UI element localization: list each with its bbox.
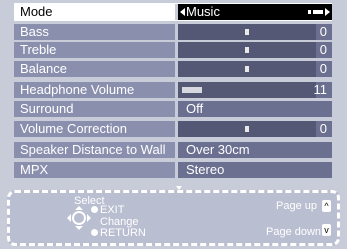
- mpx-value: Stereo: [186, 162, 225, 177]
- center-marker-icon: [245, 66, 249, 72]
- speaker-distance-label: Speaker Distance to Wall: [14, 142, 175, 158]
- headphone-volume-label: Headphone Volume: [14, 82, 175, 98]
- slider-track: [178, 61, 316, 77]
- left-arrow-icon[interactable]: [180, 8, 185, 16]
- option-position-bar-icon: [313, 10, 323, 14]
- right-arrow-icon[interactable]: [325, 8, 330, 16]
- row-mode[interactable]: Mode Music: [14, 3, 332, 21]
- slider-track: [178, 121, 316, 137]
- surround-label: Surround: [14, 101, 175, 117]
- slider-track: [178, 82, 316, 98]
- navigation-guide: Select EXIT Change RETURN Page up ^ Page…: [7, 190, 340, 246]
- treble-slider[interactable]: 0: [178, 42, 332, 58]
- headphone-volume-value: 11: [313, 82, 328, 97]
- bass-label: Bass: [14, 24, 175, 40]
- row-headphone-volume[interactable]: Headphone Volume 11: [14, 82, 332, 98]
- surround-selector[interactable]: Off: [178, 101, 332, 117]
- bass-slider[interactable]: 0: [178, 24, 332, 40]
- balance-value: 0: [319, 61, 327, 76]
- page-up-label: Page up: [276, 200, 317, 212]
- row-volume-correction[interactable]: Volume Correction 0: [14, 121, 332, 137]
- row-balance[interactable]: Balance 0: [14, 61, 332, 77]
- headphone-volume-slider[interactable]: 11: [178, 82, 332, 98]
- mpx-selector[interactable]: Stereo: [178, 162, 332, 178]
- page-down-label: Page down: [266, 226, 322, 238]
- row-bass[interactable]: Bass 0: [14, 24, 332, 40]
- center-marker-icon: [245, 126, 249, 132]
- volume-correction-slider[interactable]: 0: [178, 121, 332, 137]
- option-position-icon: [308, 10, 311, 14]
- center-marker-icon: [245, 29, 249, 35]
- dpad-icon: [67, 206, 91, 230]
- bass-value: 0: [319, 24, 327, 39]
- mode-value: Music: [186, 4, 220, 19]
- balance-slider[interactable]: 0: [178, 61, 332, 77]
- volume-fill: [182, 87, 202, 93]
- balance-label: Balance: [14, 61, 175, 77]
- surround-value: Off: [186, 101, 204, 116]
- row-mpx[interactable]: MPX Stereo: [14, 162, 332, 178]
- exit-label: EXIT: [100, 204, 125, 216]
- volume-correction-value: 0: [319, 121, 327, 136]
- page-up-button-icon[interactable]: ^: [322, 200, 331, 212]
- speaker-distance-value: Over 30cm: [186, 142, 250, 157]
- treble-value: 0: [319, 42, 327, 57]
- volume-correction-label: Volume Correction: [14, 121, 175, 137]
- row-surround[interactable]: Surround Off: [14, 101, 332, 117]
- mpx-label: MPX: [14, 162, 175, 178]
- return-button-icon: [91, 229, 98, 236]
- center-marker-icon: [245, 47, 249, 53]
- exit-button-icon: [91, 206, 98, 213]
- speaker-distance-selector[interactable]: Over 30cm: [178, 142, 332, 158]
- audio-settings-menu: Mode Music Bass 0 Treble 0 Balance 0 Hea…: [0, 0, 347, 249]
- page-down-button-icon[interactable]: v: [322, 224, 331, 236]
- row-speaker-distance[interactable]: Speaker Distance to Wall Over 30cm: [14, 142, 332, 158]
- slider-track: [178, 24, 316, 40]
- return-label: RETURN: [100, 227, 146, 239]
- slider-track: [178, 42, 316, 58]
- row-treble[interactable]: Treble 0: [14, 42, 332, 58]
- mode-selector[interactable]: Music: [178, 4, 332, 20]
- treble-label: Treble: [14, 42, 175, 58]
- mode-label: Mode: [14, 4, 175, 20]
